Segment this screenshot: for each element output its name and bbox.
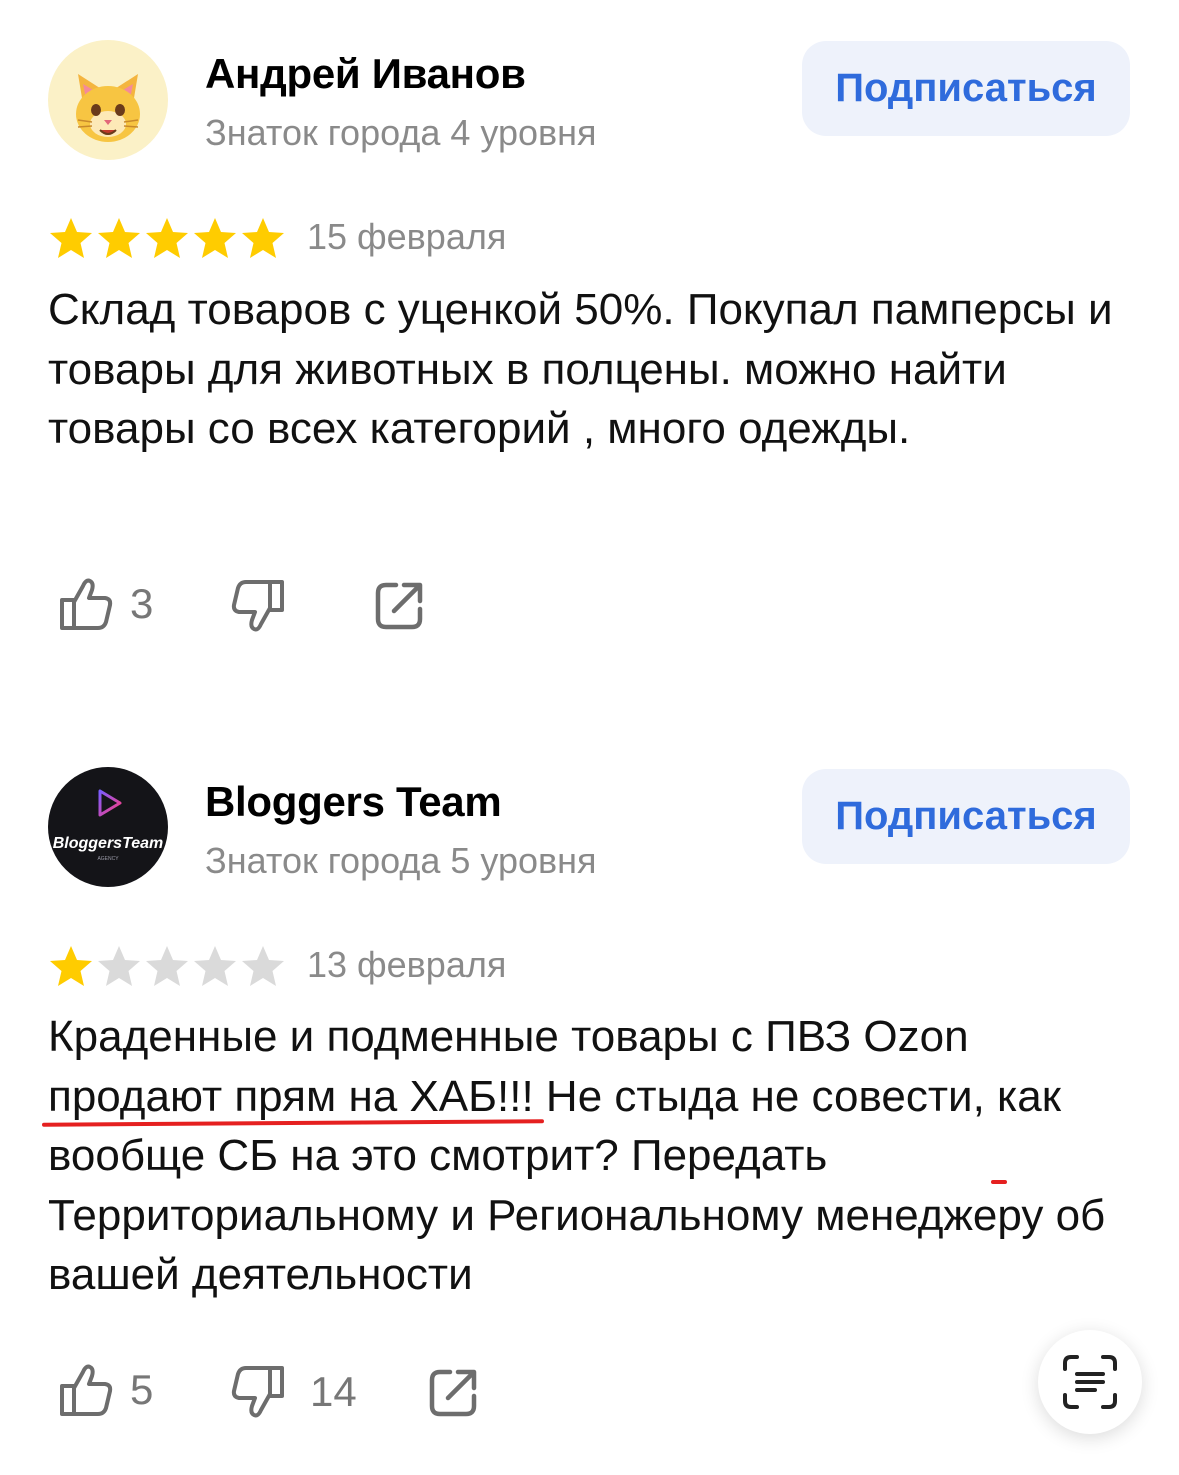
thumbs-up-icon — [60, 578, 113, 630]
review-card: BloggersTeam AGENCY Bloggers Team Знаток… — [0, 740, 1179, 1475]
subscribe-button[interactable]: Подписаться — [802, 769, 1130, 864]
subscribe-button[interactable]: Подписаться — [802, 41, 1130, 136]
dislike-count: 14 — [310, 1368, 357, 1415]
share-icon — [429, 1369, 477, 1417]
svg-text:BloggersTeam: BloggersTeam — [53, 835, 164, 852]
star-filled-icon — [50, 218, 92, 258]
review-text: Краденные и подменные товары с ПВЗ Ozon … — [48, 1007, 1148, 1305]
review-text-part: Краденные и подменные товары с ПВЗ Ozon — [48, 1012, 969, 1061]
rating-stars — [48, 943, 286, 989]
review-card: Андрей Иванов Знаток города 4 уровня Под… — [0, 0, 1179, 680]
dislike-button[interactable]: 14 — [228, 1362, 357, 1422]
review-text-part: Не стыда не совести, — [533, 1071, 998, 1121]
star-filled-icon — [146, 218, 188, 258]
share-icon — [375, 582, 423, 630]
share-button[interactable] — [372, 577, 428, 633]
like-button[interactable]: 3 — [56, 574, 153, 634]
star-empty-icon — [242, 946, 284, 986]
author-level: Знаток города 5 уровня — [205, 840, 597, 881]
cat-face-emoji-icon — [76, 74, 140, 142]
share-button[interactable] — [426, 1364, 482, 1420]
star-empty-icon — [194, 946, 236, 986]
star-filled-icon — [242, 218, 284, 258]
text-scan-button[interactable] — [1038, 1330, 1142, 1434]
avatar[interactable] — [48, 40, 168, 160]
thumbs-down-icon — [231, 580, 284, 632]
author-name[interactable]: Bloggers Team — [205, 778, 502, 826]
star-empty-icon — [146, 946, 188, 986]
star-empty-icon — [98, 946, 140, 986]
like-count: 5 — [130, 1366, 154, 1413]
dislike-button[interactable] — [228, 576, 288, 636]
svg-text:AGENCY: AGENCY — [97, 856, 119, 862]
text-scan-icon — [1063, 1355, 1117, 1409]
author-name[interactable]: Андрей Иванов — [205, 50, 526, 98]
thumbs-down-icon — [231, 1366, 284, 1418]
thumbs-up-icon — [60, 1364, 113, 1416]
bloggers-team-logo-icon: BloggersTeam AGENCY — [53, 789, 164, 862]
like-button[interactable]: 5 — [56, 1360, 153, 1420]
rating-stars — [48, 215, 286, 261]
like-count: 3 — [130, 580, 154, 627]
highlighted-text: продают прям на ХАБ!!! — [48, 1071, 534, 1121]
star-filled-icon — [194, 218, 236, 258]
review-text: Склад товаров с уценкой 50%. Покупал пам… — [48, 285, 1113, 453]
author-level: Знаток города 4 уровня — [205, 112, 597, 153]
review-date: 15 февраля — [307, 216, 507, 257]
review-date: 13 февраля — [307, 944, 507, 985]
star-filled-icon — [50, 946, 92, 986]
avatar[interactable]: BloggersTeam AGENCY — [48, 767, 168, 887]
star-filled-icon — [98, 218, 140, 258]
